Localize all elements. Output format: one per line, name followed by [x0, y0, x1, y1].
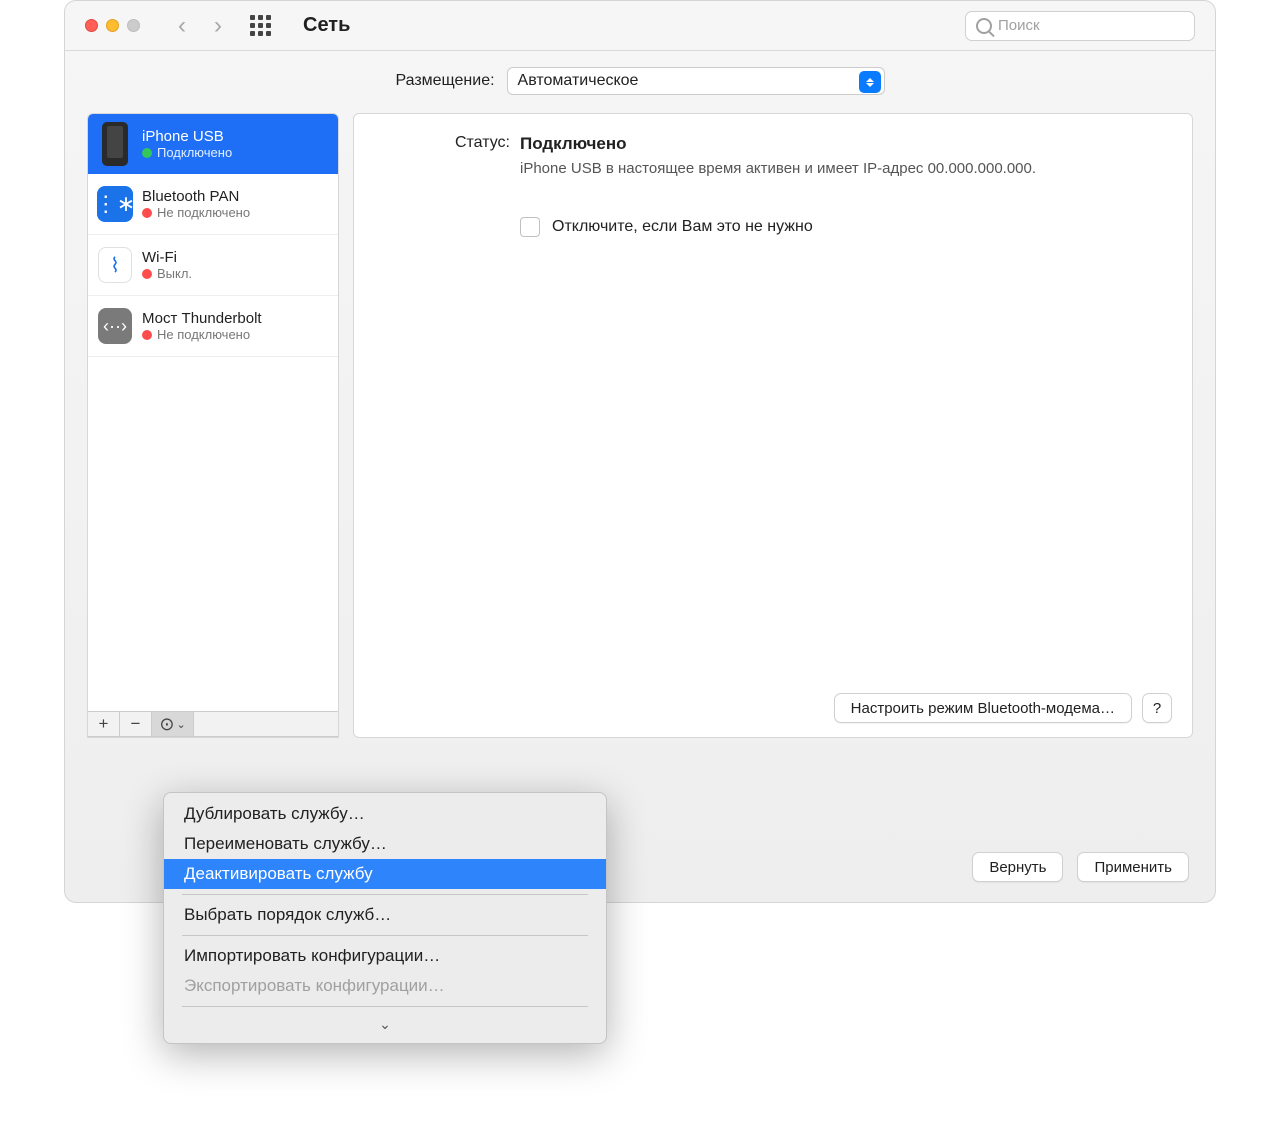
- disable-checkbox[interactable]: [520, 217, 540, 237]
- nav-arrows: ‹ ›: [178, 12, 222, 40]
- location-value: Автоматическое: [518, 72, 639, 90]
- service-name: iPhone USB: [142, 128, 232, 145]
- status-dot-icon: [142, 148, 152, 158]
- iphone-icon: [98, 122, 132, 166]
- remove-service-button[interactable]: −: [120, 712, 152, 736]
- status-dot-icon: [142, 269, 152, 279]
- service-actions-button[interactable]: ⊙⌄: [152, 712, 194, 736]
- status-row: Статус: Подключено: [380, 134, 1166, 154]
- service-item-bluetooth-pan[interactable]: ⋮∗ Bluetooth PAN Не подключено: [88, 174, 338, 235]
- sidebar-footer: + − ⊙⌄: [88, 711, 338, 737]
- status-value: Подключено: [520, 134, 627, 154]
- menu-separator: [182, 935, 588, 936]
- bluetooth-icon: ⋮∗: [98, 182, 132, 226]
- menu-export-config: Экспортировать конфигурации…: [164, 971, 606, 1001]
- location-label: Размещение:: [395, 72, 494, 90]
- service-status: Не подключено: [142, 205, 250, 220]
- network-preferences-window: ‹ › Сеть Поиск Размещение: Автоматическо…: [64, 0, 1216, 903]
- window-title: Сеть: [303, 14, 350, 37]
- window-footer-buttons: Вернуть Применить: [972, 852, 1189, 882]
- menu-separator: [182, 894, 588, 895]
- menu-rename-service[interactable]: Переименовать службу…: [164, 829, 606, 859]
- service-name: Bluetooth PAN: [142, 188, 250, 205]
- search-placeholder: Поиск: [998, 17, 1040, 34]
- service-status: Не подключено: [142, 327, 262, 342]
- status-dot-icon: [142, 330, 152, 340]
- location-row: Размещение: Автоматическое: [65, 51, 1215, 113]
- menu-service-order[interactable]: Выбрать порядок служб…: [164, 900, 606, 930]
- ellipsis-icon: ⊙: [159, 714, 174, 735]
- service-list: iPhone USB Подключено ⋮∗ Bluetooth PAN Н…: [87, 113, 339, 738]
- service-status: Выкл.: [142, 266, 192, 281]
- add-service-button[interactable]: +: [88, 712, 120, 736]
- search-input[interactable]: Поиск: [965, 11, 1195, 41]
- content-footer: Настроить режим Bluetooth-модема… ?: [834, 693, 1172, 723]
- status-dot-icon: [142, 208, 152, 218]
- detail-pane: Статус: Подключено iPhone USB в настояще…: [353, 113, 1193, 738]
- show-all-icon[interactable]: [250, 15, 271, 36]
- service-status: Подключено: [142, 145, 232, 160]
- menu-deactivate-service[interactable]: Деактивировать службу: [164, 859, 606, 889]
- search-icon: [976, 18, 992, 34]
- window-controls: [85, 19, 140, 32]
- minimize-button[interactable]: [106, 19, 119, 32]
- revert-button[interactable]: Вернуть: [972, 852, 1063, 882]
- disable-checkbox-row: Отключите, если Вам это не нужно: [520, 217, 1166, 237]
- service-context-menu: Дублировать службу… Переименовать службу…: [163, 792, 607, 1044]
- forward-button[interactable]: ›: [214, 12, 222, 40]
- status-label: Статус:: [380, 134, 510, 154]
- chevron-down-icon: ⌄: [176, 718, 185, 731]
- back-button[interactable]: ‹: [178, 12, 186, 40]
- location-select[interactable]: Автоматическое: [507, 67, 885, 95]
- help-button[interactable]: ?: [1142, 693, 1172, 723]
- select-indicator-icon: [859, 71, 881, 93]
- menu-separator: [182, 1006, 588, 1007]
- maximize-button[interactable]: [127, 19, 140, 32]
- wifi-icon: ⌇: [98, 243, 132, 287]
- disable-checkbox-label: Отключите, если Вам это не нужно: [552, 218, 813, 236]
- service-item-iphone-usb[interactable]: iPhone USB Подключено: [88, 114, 338, 174]
- apply-button[interactable]: Применить: [1077, 852, 1189, 882]
- status-description: iPhone USB в настоящее время активен и и…: [520, 160, 1040, 177]
- ethernet-icon: ‹··›: [98, 304, 132, 348]
- menu-import-config[interactable]: Импортировать конфигурации…: [164, 941, 606, 971]
- service-item-thunderbolt[interactable]: ‹··› Мост Thunderbolt Не подключено: [88, 296, 338, 357]
- main-pane: iPhone USB Подключено ⋮∗ Bluetooth PAN Н…: [65, 113, 1215, 738]
- service-name: Wi-Fi: [142, 249, 192, 266]
- configure-bluetooth-button[interactable]: Настроить режим Bluetooth-модема…: [834, 693, 1132, 723]
- service-item-wifi[interactable]: ⌇ Wi-Fi Выкл.: [88, 235, 338, 296]
- menu-duplicate-service[interactable]: Дублировать службу…: [164, 799, 606, 829]
- service-name: Мост Thunderbolt: [142, 310, 262, 327]
- titlebar: ‹ › Сеть Поиск: [65, 1, 1215, 51]
- menu-scroll-down[interactable]: ⌄: [164, 1012, 606, 1037]
- close-button[interactable]: [85, 19, 98, 32]
